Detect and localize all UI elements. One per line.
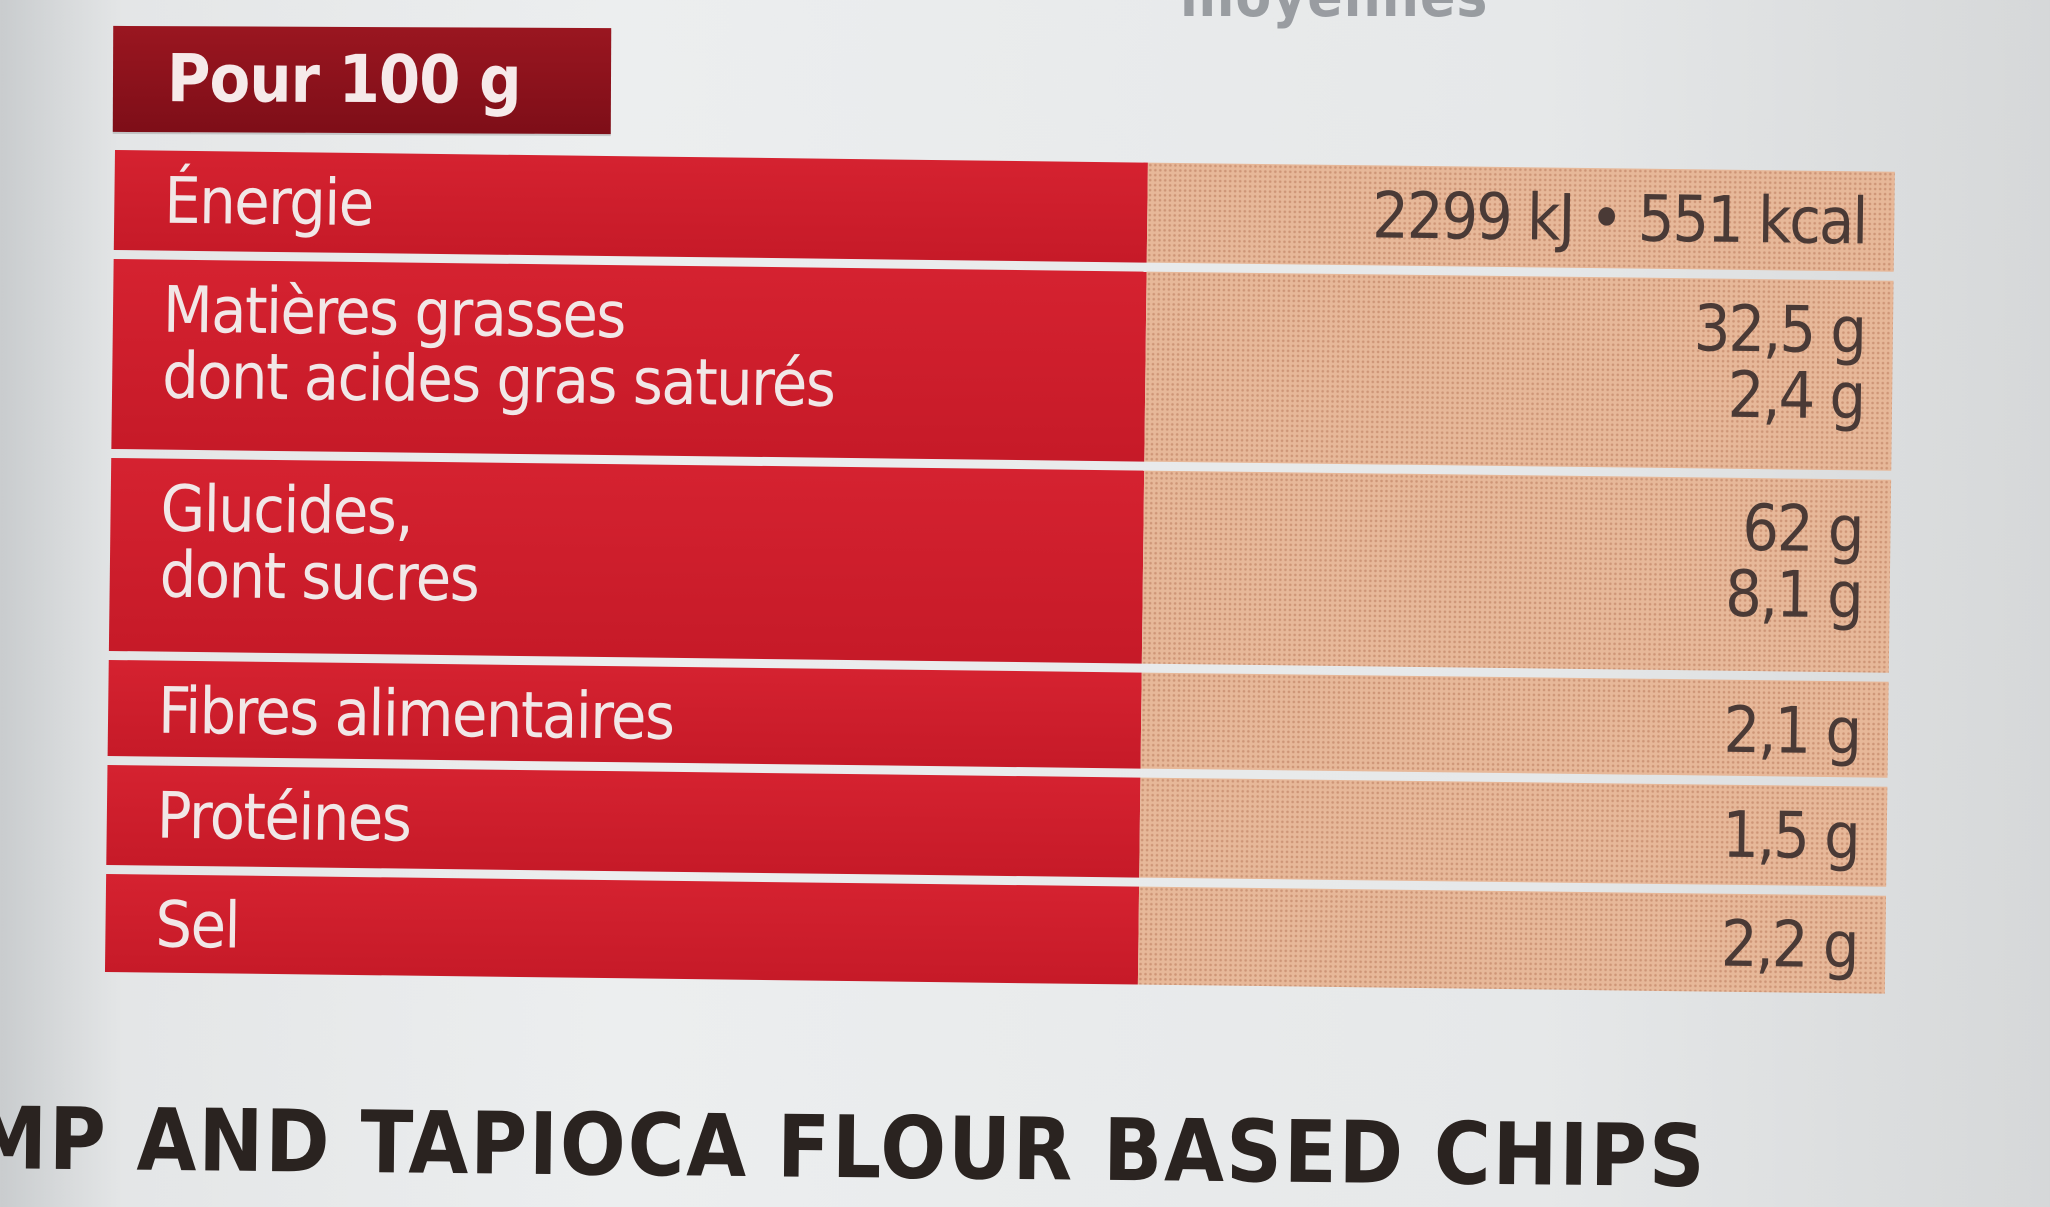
nutrient-value-line: 32,5 g	[1693, 292, 1866, 369]
per-100g-header: Pour 100 g	[112, 25, 612, 135]
nutrient-label: Fibres alimentaires	[107, 659, 1142, 769]
nutrient-label: Protéines	[106, 764, 1141, 878]
nutrient-label: Glucides, dont sucres	[108, 457, 1145, 664]
nutrient-label-line: Fibres alimentaires	[157, 674, 674, 755]
nutrient-value-line: 2,2 g	[1720, 907, 1858, 984]
nutrient-value-line: 1,5 g	[1721, 798, 1860, 875]
nutrient-label-line: dont sucres	[159, 538, 479, 617]
nutrient-value-line: 2299 kJ • 551 kcal	[1371, 179, 1867, 260]
nutrient-value-line: 2,4 g	[1727, 358, 1865, 435]
nutrient-value: 62 g 8,1 g	[1141, 470, 1892, 673]
nutrition-row-salt: Sel 2,2 g	[104, 873, 1887, 994]
nutrient-value-line: 8,1 g	[1724, 557, 1863, 634]
per-100g-label: Pour 100 g	[166, 40, 521, 119]
nutrient-label-line: dont acides gras saturés	[161, 339, 835, 422]
nutrient-label-line: Énergie	[163, 164, 374, 242]
nutrient-value-line: 62 g	[1741, 491, 1863, 568]
nutrition-table: Énergie 2299 kJ • 551 kcal Matières gras…	[104, 150, 1895, 1003]
nutrient-value: 32,5 g 2,4 g	[1144, 271, 1894, 471]
nutrition-row-carbohydrates: Glucides, dont sucres 62 g 8,1 g	[108, 457, 1892, 673]
nutrient-label-line: Sel	[155, 888, 240, 964]
cropped-top-text: moyennes	[1180, 0, 1488, 30]
nutrient-value: 2,2 g	[1137, 886, 1887, 994]
nutrient-label: Sel	[104, 873, 1140, 985]
nutrition-row-fibre: Fibres alimentaires 2,1 g	[107, 659, 1889, 778]
nutrient-label-line: Protéines	[156, 779, 411, 857]
nutrient-value: 2299 kJ • 551 kcal	[1146, 162, 1895, 272]
nutrient-value-line: 2,1 g	[1723, 693, 1861, 770]
nutrient-value: 1,5 g	[1139, 777, 1888, 887]
nutrient-label: Matières grasses dont acides gras saturé…	[111, 258, 1147, 462]
nutrition-row-energy: Énergie 2299 kJ • 551 kcal	[113, 150, 1895, 272]
nutrition-row-fat: Matières grasses dont acides gras saturé…	[111, 258, 1894, 471]
nutrient-value: 2,1 g	[1140, 672, 1889, 778]
nutrition-row-protein: Protéines 1,5 g	[106, 764, 1888, 887]
nutrient-label: Énergie	[113, 150, 1148, 263]
product-description-text: MP AND TAPIOCA FLOUR BASED CHIPS	[0, 1088, 1708, 1207]
